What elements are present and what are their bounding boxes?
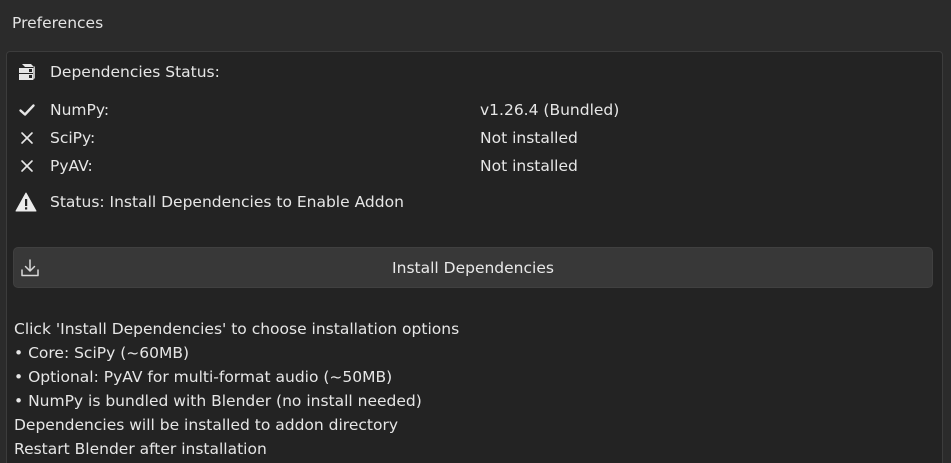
dependency-status-scipy: Not installed (480, 129, 578, 147)
warning-icon (14, 190, 38, 214)
preferences-window: Preferences Dependencies Status: NumPy: … (0, 0, 951, 463)
dependency-status-numpy: v1.26.4 (Bundled) (480, 101, 620, 119)
install-dependencies-label: Install Dependencies (392, 258, 554, 277)
install-dependencies-button[interactable]: Install Dependencies (13, 247, 933, 288)
x-icon (15, 126, 39, 150)
x-icon (15, 154, 39, 178)
info-line: • NumPy is bundled with Blender (no inst… (14, 392, 422, 410)
info-line: Restart Blender after installation (14, 440, 267, 458)
dependency-name-scipy: SciPy: (50, 129, 96, 147)
page-title: Preferences (12, 14, 104, 32)
package-icon (15, 60, 39, 84)
info-line: Click 'Install Dependencies' to choose i… (14, 320, 460, 338)
dependencies-heading: Dependencies Status: (50, 63, 220, 81)
info-line: • Core: SciPy (~60MB) (14, 344, 190, 362)
info-line: Dependencies will be installed to addon … (14, 416, 398, 434)
dependency-name-numpy: NumPy: (50, 101, 110, 119)
checkmark-icon (15, 98, 39, 122)
dependency-name-pyav: PyAV: (50, 157, 93, 175)
status-message: Status: Install Dependencies to Enable A… (50, 193, 404, 211)
info-line: • Optional: PyAV for multi-format audio … (14, 368, 393, 386)
dependency-status-pyav: Not installed (480, 157, 578, 175)
